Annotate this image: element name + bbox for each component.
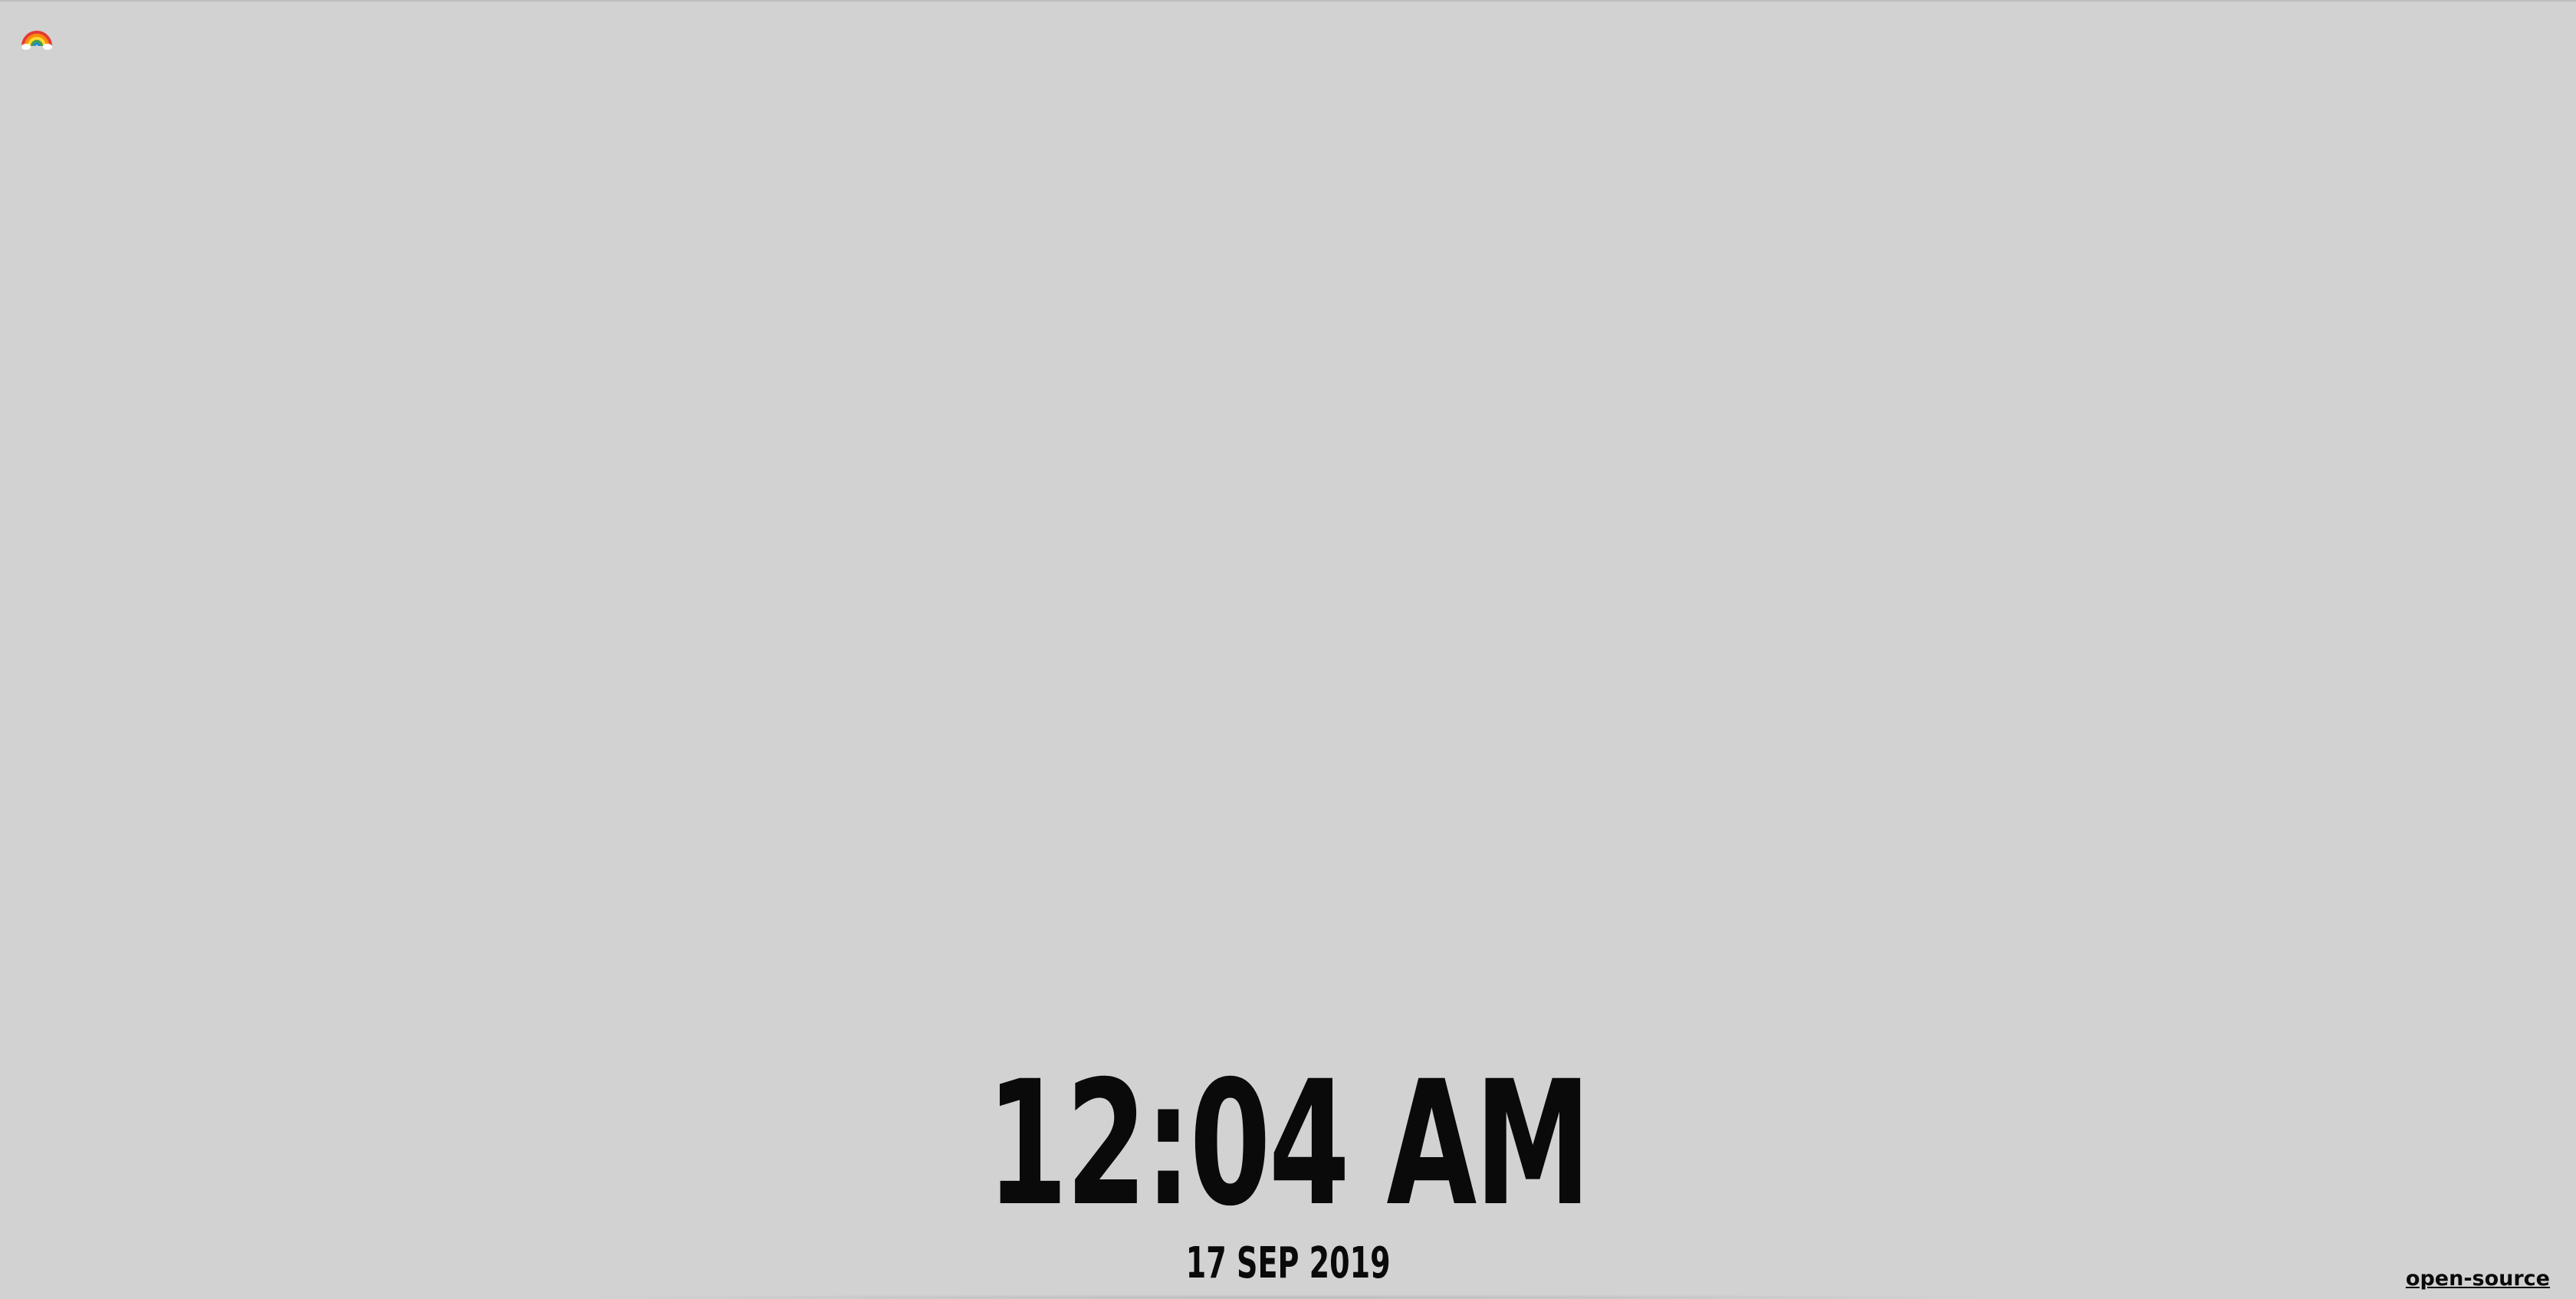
- rainbow-icon-graphic: [21, 31, 52, 50]
- bottom-shadow: [537, 1294, 2039, 1299]
- clock-time-container: 12:04 AM: [0, 1058, 2576, 1230]
- clock-page: 12:04 AM 17 SEP 2019 open-source: [0, 0, 2576, 1299]
- open-source-link[interactable]: open-source: [2406, 1267, 2550, 1291]
- clock-date-container: 17 SEP 2019: [0, 1239, 2576, 1288]
- clock-date: 17 SEP 2019: [1185, 1238, 1391, 1288]
- clock-time: 12:04 AM: [987, 1044, 1591, 1244]
- rainbow-icon[interactable]: [20, 18, 54, 52]
